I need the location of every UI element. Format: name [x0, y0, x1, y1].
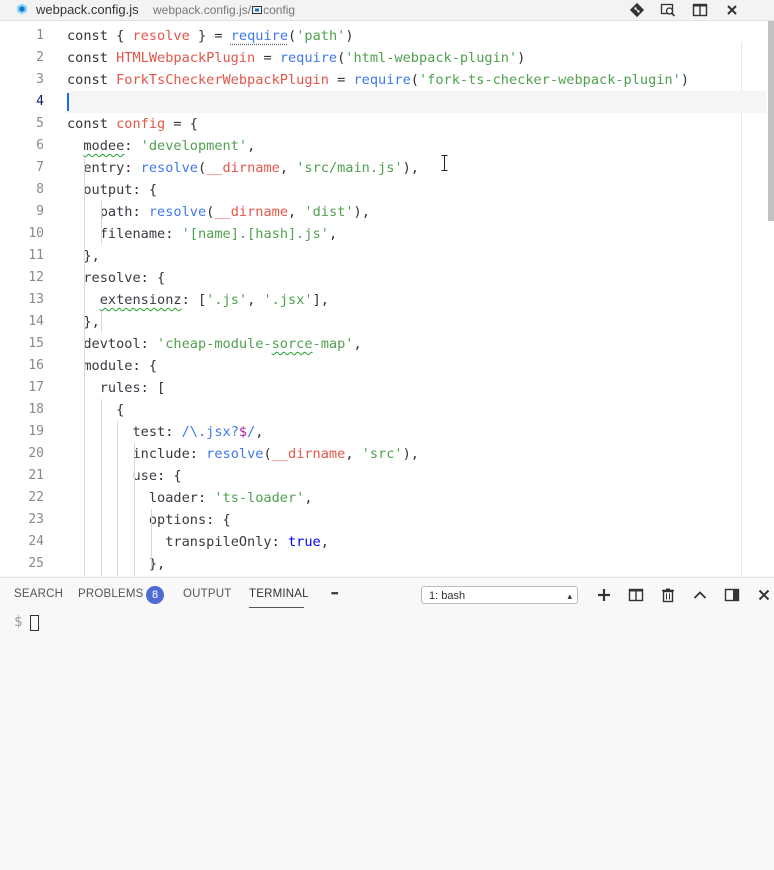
code-line[interactable]: extensionz: ['.js', '.jsx'],	[67, 289, 766, 311]
code-line[interactable]: module: {	[67, 355, 766, 377]
line-number: 7	[36, 160, 44, 175]
tab-output[interactable]: OUTPUT	[183, 588, 231, 600]
line-number: 13	[28, 292, 44, 307]
add-terminal-icon[interactable]	[596, 587, 612, 603]
file-type-icon	[17, 3, 27, 15]
indent-guide	[101, 201, 102, 245]
terminal-prompt: $	[14, 614, 23, 630]
line-number: 3	[36, 72, 44, 87]
code-line[interactable]: const config = {	[67, 113, 766, 135]
code-line[interactable]: transpileOnly: true,	[67, 531, 766, 553]
line-number-gutter: 1 2 3 4 5 6 7 8 9 10 11 12 13 14 15 16 1…	[0, 25, 44, 575]
select-arrows-icon: ▴	[567, 591, 572, 601]
close-panel-icon[interactable]	[756, 587, 772, 603]
code-editor[interactable]: 1 2 3 4 5 6 7 8 9 10 11 12 13 14 15 16 1…	[0, 21, 774, 576]
code-line[interactable]: },	[67, 553, 766, 575]
close-icon[interactable]	[724, 2, 740, 18]
line-number: 24	[28, 534, 44, 549]
text-cursor	[67, 93, 69, 111]
open-changes-icon[interactable]	[660, 2, 676, 18]
code-line[interactable]: resolve: {	[67, 267, 766, 289]
indent-guide	[134, 443, 135, 576]
trash-icon[interactable]	[660, 587, 676, 603]
line-number-current: 4	[36, 94, 44, 109]
line-number: 15	[28, 336, 44, 351]
bottom-panel: SEARCH PROBLEMS 8 OUTPUT TERMINAL ••• 1:…	[0, 577, 774, 870]
code-line[interactable]: path: resolve(__dirname, 'dist'),	[67, 201, 766, 223]
line-number: 17	[28, 380, 44, 395]
editor-title-bar: webpack.config.js webpack.config.js / co…	[0, 0, 774, 21]
terminal-select[interactable]: 1: bash ▴	[421, 586, 578, 604]
code-line[interactable]: output: {	[67, 179, 766, 201]
line-number: 12	[28, 270, 44, 285]
code-line[interactable]: loader: 'ts-loader',	[67, 487, 766, 509]
breadcrumb-symbol[interactable]: config	[263, 3, 295, 17]
line-number: 20	[28, 446, 44, 461]
code-line[interactable]: modee: 'development',	[67, 135, 766, 157]
editor-tab-title[interactable]: webpack.config.js	[36, 2, 139, 17]
line-number: 10	[28, 226, 44, 241]
line-number: 21	[28, 468, 44, 483]
code-line[interactable]: {	[67, 399, 766, 421]
tab-terminal[interactable]: TERMINAL	[249, 588, 309, 600]
indent-guide	[101, 399, 102, 576]
line-number: 9	[36, 204, 44, 219]
code-line[interactable]: filename: '[name].[hash].js',	[67, 223, 766, 245]
line-number: 14	[28, 314, 44, 329]
code-line[interactable]: devtool: 'cheap-module-sorce-map',	[67, 333, 766, 355]
code-line[interactable]: const ForkTsCheckerWebpackPlugin = requi…	[67, 69, 766, 91]
line-number: 5	[36, 116, 44, 131]
problems-count-badge: 8	[146, 586, 164, 604]
breadcrumb-file[interactable]: webpack.config.js	[153, 3, 248, 17]
line-number: 19	[28, 424, 44, 439]
line-number: 16	[28, 358, 44, 373]
editor-scrollbar[interactable]	[768, 21, 774, 221]
code-line[interactable]: },	[67, 311, 766, 333]
line-number: 1	[36, 28, 44, 43]
ibeam-cursor-icon	[441, 155, 448, 171]
split-terminal-icon[interactable]	[628, 587, 644, 603]
code-line[interactable]: },	[67, 245, 766, 267]
code-line[interactable]: use: {	[67, 465, 766, 487]
terminal-cursor[interactable]	[30, 615, 39, 631]
symbol-icon	[252, 6, 263, 14]
more-actions-button[interactable]: •••	[331, 588, 339, 598]
code-lines[interactable]: const { resolve } = require('path') const…	[67, 25, 766, 575]
line-number: 25	[28, 556, 44, 571]
indent-guide	[117, 421, 118, 576]
indent-guide	[101, 311, 102, 333]
git-icon[interactable]	[629, 2, 645, 18]
line-number: 22	[28, 490, 44, 505]
line-number: 11	[28, 248, 44, 263]
code-line[interactable]: rules: [	[67, 377, 766, 399]
indent-guide	[84, 157, 85, 576]
toggle-panel-position-icon[interactable]	[724, 587, 740, 603]
code-line[interactable]: options: {	[67, 509, 766, 531]
tab-problems[interactable]: PROBLEMS	[78, 588, 144, 600]
code-line[interactable]: entry: resolve(__dirname, 'src/main.js')…	[67, 157, 766, 179]
line-number: 8	[36, 182, 44, 197]
code-line[interactable]: test: /\.jsx?$/,	[67, 421, 766, 443]
indent-guide	[151, 509, 152, 569]
maximize-panel-icon[interactable]	[692, 587, 708, 603]
code-line[interactable]	[67, 91, 766, 113]
code-line[interactable]: include: resolve(__dirname, 'src'),	[67, 443, 766, 465]
breadcrumb: webpack.config.js / config	[153, 3, 295, 17]
active-tab-underline	[249, 607, 304, 608]
code-line[interactable]: const HTMLWebpackPlugin = require('html-…	[67, 47, 766, 69]
line-number: 23	[28, 512, 44, 527]
terminal-select-value: 1: bash	[429, 590, 466, 602]
tab-search[interactable]: SEARCH	[14, 588, 63, 600]
line-number: 2	[36, 50, 44, 65]
split-editor-icon[interactable]	[692, 2, 708, 18]
line-number: 18	[28, 402, 44, 417]
breadcrumb-separator: /	[247, 3, 252, 17]
code-line[interactable]: const { resolve } = require('path')	[67, 25, 766, 47]
line-number: 6	[36, 138, 44, 153]
